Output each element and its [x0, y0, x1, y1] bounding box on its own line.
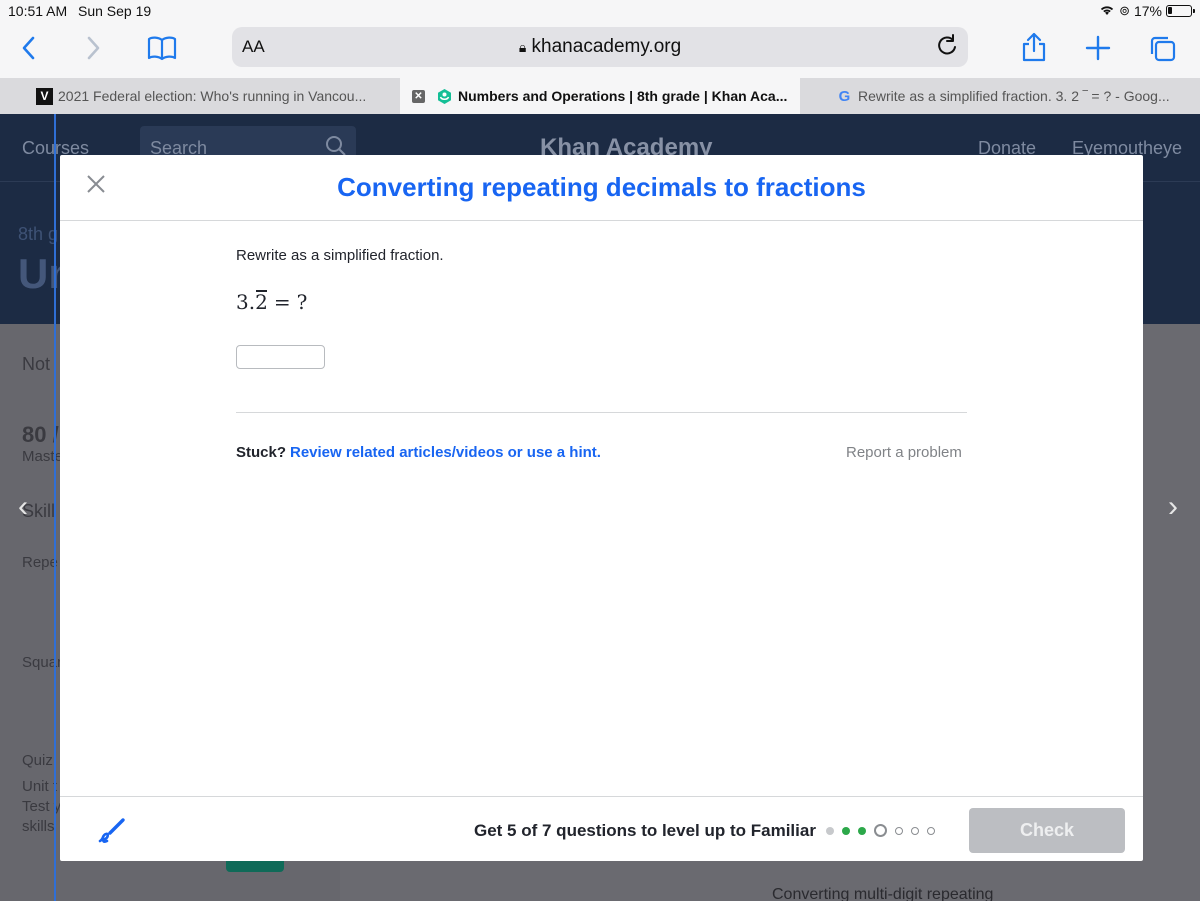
progress-dot-correct: [842, 826, 850, 835]
lock-icon: 🔒︎: [518, 39, 527, 55]
edge-line: [54, 114, 56, 901]
progress-dot-current: [874, 824, 887, 837]
equation-whole: 3. 2: [236, 290, 268, 314]
modal-header: Converting repeating decimals to fractio…: [60, 155, 1143, 221]
progress-dot-done: [826, 826, 834, 835]
tab-label: Rewrite as a simplified fraction. 3. 2 ‾…: [858, 88, 1170, 104]
khan-academy-favicon-icon: [436, 88, 453, 105]
level-up-text: Get 5 of 7 questions to level up to Fami…: [474, 821, 816, 840]
new-tab-icon[interactable]: [1084, 34, 1112, 67]
question-equation: 3. 2 = ?: [236, 290, 307, 314]
next-arrow-icon[interactable]: ›: [1168, 490, 1178, 524]
card-title: Converting multi-digit repeating: [772, 886, 994, 901]
url-text: khanacademy.org: [531, 36, 682, 57]
sidebar-text: Quiz: [22, 752, 53, 769]
modal-footer: Get 5 of 7 questions to level up to Fami…: [60, 796, 1143, 861]
equation-equals: =: [273, 290, 291, 314]
tab-khan-academy[interactable]: ✕ Numbers and Operations | 8th grade | K…: [400, 78, 800, 114]
question-prompt: Rewrite as a simplified fraction.: [236, 247, 444, 264]
battery-icon: [1166, 5, 1195, 17]
status-date: Sun Sep 19: [78, 3, 152, 19]
exercise-modal: Converting repeating decimals to fractio…: [60, 155, 1143, 861]
orientation-lock-icon: ⊚: [1119, 3, 1130, 18]
sidebar-text: Maste: [22, 448, 63, 465]
progress-dot-correct: [858, 826, 866, 835]
battery-percent: 17%: [1133, 3, 1162, 19]
tab-label: 2021 Federal election: Who's running in …: [58, 88, 367, 104]
tabs-overview-icon[interactable]: [1148, 34, 1178, 69]
scratchpad-icon[interactable]: [96, 815, 128, 847]
exercise-title: Converting repeating decimals to fractio…: [337, 172, 866, 202]
tab-label: Numbers and Operations | 8th grade | Kha…: [458, 88, 788, 104]
report-problem-link[interactable]: Report a problem: [846, 444, 962, 461]
hint-link[interactable]: Review related articles/videos or use a …: [290, 444, 601, 461]
answer-input[interactable]: [236, 345, 325, 369]
divider: [236, 412, 967, 413]
equation-unknown: ?: [296, 290, 308, 314]
progress-dot-todo: [911, 826, 919, 835]
google-favicon-icon: G: [838, 88, 851, 105]
sidebar-text: Squar: [22, 654, 63, 671]
tab-google-search[interactable]: G Rewrite as a simplified fraction. 3. 2…: [800, 78, 1200, 114]
forward-icon[interactable]: [82, 34, 104, 67]
v-favicon-icon: V: [36, 88, 53, 105]
repeating-digit: 2: [255, 290, 268, 314]
close-tab-icon[interactable]: ✕: [412, 90, 425, 103]
address-bar[interactable]: AA 🔒︎ khanacademy.org: [232, 27, 968, 67]
check-button[interactable]: Check: [969, 808, 1125, 853]
status-bar: 10:51 AM Sun Sep 19 ⊚ 17%: [0, 0, 1200, 22]
progress-dots: [826, 824, 935, 837]
tab-election[interactable]: V 2021 Federal election: Who's running i…: [0, 78, 400, 114]
bookmarks-icon[interactable]: [146, 34, 178, 67]
progress-dot-todo: [927, 826, 935, 835]
tab-bar: V 2021 Federal election: Who's running i…: [0, 78, 1200, 114]
url-display[interactable]: 🔒︎ khanacademy.org: [232, 36, 968, 58]
back-icon[interactable]: [18, 34, 40, 67]
previous-arrow-icon[interactable]: ‹: [18, 490, 28, 524]
stuck-label: Stuck?: [236, 444, 287, 461]
status-indicators: ⊚ 17%: [1099, 3, 1195, 19]
browser-toolbar: AA 🔒︎ khanacademy.org: [0, 22, 1200, 78]
reload-icon[interactable]: [936, 33, 958, 63]
share-icon[interactable]: [1020, 31, 1048, 68]
progress-dot-todo: [895, 826, 903, 835]
grade-label: 8th g: [18, 224, 59, 244]
sidebar-text: Unit t: [22, 778, 58, 795]
sidebar-text: skills: [22, 818, 55, 835]
wifi-icon: [1099, 3, 1115, 19]
sidebar-text: Repe: [22, 554, 58, 571]
sidebar-text: Not: [22, 354, 51, 374]
status-time: 10:51 AM: [8, 3, 68, 19]
